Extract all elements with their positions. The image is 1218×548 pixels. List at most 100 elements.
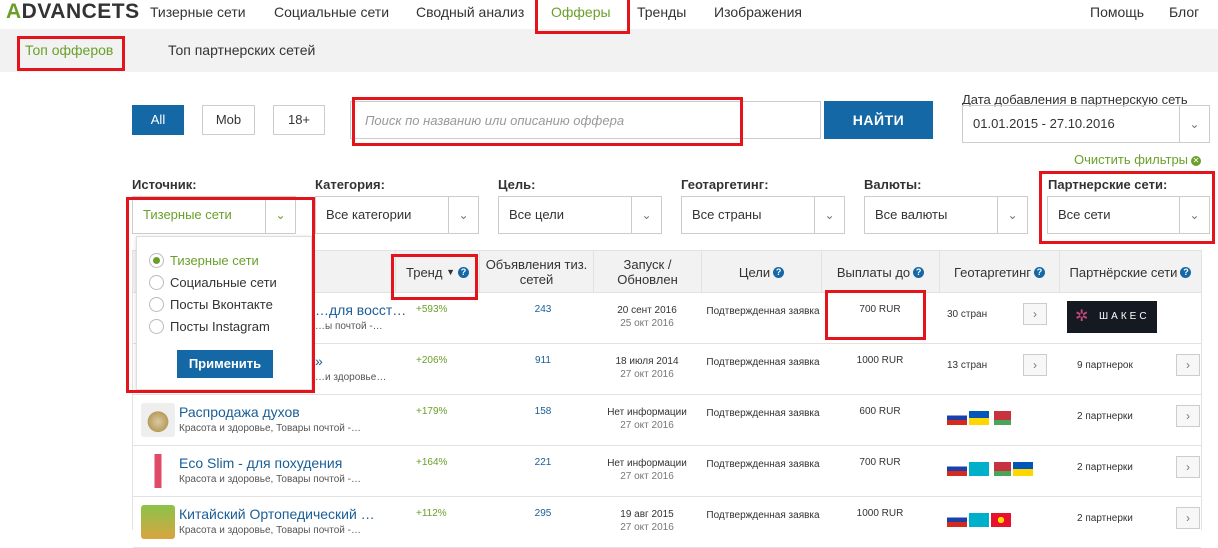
advancets-logo[interactable]: ADVANCETS [6, 0, 140, 24]
offer-name[interactable]: Распродажа духов [179, 404, 300, 420]
clear-filters-link[interactable]: Очистить фильтры ✕ [1074, 152, 1202, 167]
chevron-down-icon: ⌄ [631, 197, 661, 233]
header-trend[interactable]: Тренд ▼? [395, 251, 479, 293]
table-row[interactable]: Eco Slim - для похудения Красота и здоро… [133, 446, 1201, 497]
header-geo: Геотаргетинг? [939, 251, 1059, 293]
goal-text: Подтвержденная заявка [706, 510, 820, 521]
flag-icon [991, 513, 1011, 527]
networks-count: 2 партнерки [1077, 513, 1133, 524]
goal-text: Подтвержденная заявка [706, 408, 820, 419]
nav-help[interactable]: Помощь [1090, 4, 1144, 20]
flag-icon [969, 411, 989, 425]
chevron-right-icon[interactable]: › [1176, 507, 1200, 529]
flag-icon [969, 462, 989, 476]
table-row[interactable]: Китайский Ортопедический … Красота и здо… [133, 497, 1201, 548]
trend-value: +593% [416, 304, 448, 315]
nav-images[interactable]: Изображения [714, 4, 802, 20]
source-option-vk[interactable]: Посты Вконтакте [149, 297, 273, 312]
geo-count: 13 стран [947, 360, 988, 371]
networks-select[interactable]: Все сети ⌄ [1047, 196, 1210, 234]
currency-select[interactable]: Все валюты ⌄ [864, 196, 1028, 234]
offer-name[interactable]: » [315, 353, 323, 369]
trend-value: +164% [416, 457, 448, 468]
chevron-right-icon[interactable]: › [1176, 405, 1200, 427]
nav-trends[interactable]: Тренды [637, 4, 686, 20]
launch-date: 19 авг 2015 27 окт 2016 [620, 509, 674, 533]
source-option-instagram[interactable]: Посты Instagram [149, 319, 270, 334]
flag-icon [991, 462, 1011, 476]
goal-text: Подтвержденная заявка [706, 357, 820, 368]
ads-count[interactable]: 221 [513, 457, 573, 468]
goal-select[interactable]: Все цели ⌄ [498, 196, 662, 234]
ads-count[interactable]: 911 [513, 355, 573, 366]
help-icon: ? [1034, 266, 1045, 278]
nav-blog[interactable]: Блог [1169, 4, 1199, 20]
geo-select[interactable]: Все страны ⌄ [681, 196, 845, 234]
ads-count[interactable]: 295 [513, 508, 573, 519]
chevron-down-icon: ⌄ [814, 197, 844, 233]
radio-icon [149, 275, 164, 290]
source-select[interactable]: Тизерные сети ⌄ [132, 196, 296, 234]
flag-icon [991, 411, 1011, 425]
offer-category: Красота и здоровье, Товары почтой -… [179, 423, 361, 434]
chevron-right-icon[interactable]: › [1023, 303, 1047, 325]
help-icon: ? [457, 266, 469, 278]
offer-category: …и здоровье… [315, 372, 387, 383]
find-button[interactable]: НАЙТИ [824, 101, 933, 139]
header-ads: Объявления тиз. сетей [479, 251, 593, 293]
date-range-select[interactable]: 01.01.2015 - 27.10.2016 ⌄ [962, 105, 1210, 143]
filter-all-button[interactable]: All [132, 105, 184, 135]
chevron-down-icon: ⌄ [448, 197, 478, 233]
trend-value: +112% [416, 508, 447, 519]
geo-flags [947, 513, 1011, 527]
currency-label: Валюты: [864, 177, 922, 192]
chevron-right-icon[interactable]: › [1023, 354, 1047, 376]
offer-name[interactable]: …для восст… [315, 302, 406, 318]
sort-down-icon: ▼ [446, 266, 455, 277]
perfume-thumbnail [141, 403, 175, 437]
filter-18plus-button[interactable]: 18+ [273, 105, 325, 135]
sub-navigation: Топ офферов Топ партнерских сетей [0, 29, 1218, 72]
launch-date: Нет информации 27 окт 2016 [607, 458, 687, 482]
top-navigation: ADVANCETS Тизерные сети Социальные сети … [0, 0, 1218, 27]
offer-category: Красота и здоровье, Товары почтой -… [179, 525, 361, 536]
chevron-down-icon: ⌄ [1179, 106, 1209, 142]
networks-label: Партнерские сети: [1048, 177, 1168, 192]
help-icon: ? [1180, 266, 1192, 278]
nav-social-networks[interactable]: Социальные сети [274, 4, 389, 20]
help-icon: ? [913, 266, 925, 278]
category-select[interactable]: Все категории ⌄ [315, 196, 479, 234]
apply-button[interactable]: Применить [177, 350, 273, 378]
flag-icon [969, 513, 989, 527]
header-launch: Запуск / Обновлен [593, 251, 701, 293]
offer-name[interactable]: Китайский Ортопедический … [179, 506, 375, 522]
chevron-down-icon: ⌄ [997, 197, 1027, 233]
shakes-network-logo[interactable]: ✲ ШАКЕС [1067, 301, 1157, 333]
tab-top-networks[interactable]: Топ партнерских сетей [168, 42, 315, 58]
search-input[interactable] [350, 101, 821, 139]
offer-name[interactable]: Eco Slim - для похудения [179, 455, 342, 471]
chevron-down-icon: ⌄ [265, 197, 295, 233]
chevron-right-icon[interactable]: › [1176, 456, 1200, 478]
geo-label: Геотаргетинг: [681, 177, 769, 192]
source-option-social[interactable]: Социальные сети [149, 275, 277, 290]
ads-count[interactable]: 243 [513, 304, 573, 315]
payout-value: 700 RUR [859, 457, 901, 468]
flag-icon [947, 411, 967, 425]
nav-offers[interactable]: Офферы [551, 4, 611, 20]
filter-mob-button[interactable]: Mob [202, 105, 255, 135]
goal-text: Подтвержденная заявка [706, 306, 820, 317]
nav-teaser-networks[interactable]: Тизерные сети [150, 4, 246, 20]
tab-top-offers[interactable]: Топ офферов [25, 42, 113, 58]
header-payout: Выплаты до? [821, 251, 939, 293]
nav-summary-analysis[interactable]: Сводный анализ [416, 4, 524, 20]
networks-count: 2 партнерки [1077, 462, 1133, 473]
chevron-right-icon[interactable]: › [1176, 354, 1200, 376]
source-option-teaser[interactable]: Тизерные сети [149, 253, 259, 268]
payout-value: 700 RUR [859, 304, 901, 315]
radio-icon [149, 319, 164, 334]
header-networks: Партнёрские сети? [1059, 251, 1201, 293]
geo-flags [947, 411, 1011, 425]
ads-count[interactable]: 158 [513, 406, 573, 417]
table-row[interactable]: Распродажа духов Красота и здоровье, Тов… [133, 395, 1201, 446]
